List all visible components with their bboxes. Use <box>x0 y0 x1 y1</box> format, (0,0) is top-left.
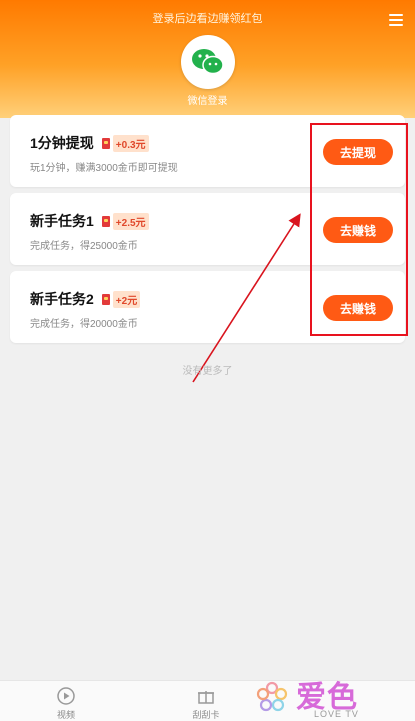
wechat-login-label: 微信登录 <box>187 96 228 107</box>
wechat-icon <box>192 49 224 75</box>
header: 登录后边看边赚领红包 微信登录 <box>0 0 415 118</box>
tab-label: 刮刮卡 <box>192 710 220 720</box>
play-icon <box>57 687 75 705</box>
no-more-text: 没有更多了 <box>182 366 233 377</box>
task-title: 新手任务1 <box>30 213 94 229</box>
tab-scratch-card[interactable]: 刮刮卡 <box>178 681 238 721</box>
red-envelope-icon <box>101 215 110 227</box>
reward-badge: +2元 <box>112 290 141 308</box>
tab-video[interactable]: 视频 <box>38 681 98 721</box>
task-description: 玩1分钟，赚满3000金币即可提现 <box>30 163 178 174</box>
reward-badge: +0.3元 <box>112 134 149 152</box>
gift-icon <box>198 691 214 704</box>
watermark-logo: 爱色 LOVE TV <box>252 676 377 720</box>
tab-label: 视频 <box>56 710 75 720</box>
menu-icon[interactable] <box>389 14 403 26</box>
reward-badge: +2.5元 <box>112 212 149 230</box>
header-title: 登录后边看边赚领红包 <box>152 13 263 25</box>
task-description: 完成任务，得25000金币 <box>30 241 138 252</box>
task-title: 1分钟提现 <box>30 135 94 151</box>
annotation-highlight-box <box>310 123 408 336</box>
task-title: 新手任务2 <box>30 291 94 307</box>
watermark-subtext: LOVE TV <box>314 709 359 719</box>
task-description: 完成任务，得20000金币 <box>30 319 138 330</box>
red-envelope-icon <box>101 137 110 149</box>
flower-icon <box>256 681 288 712</box>
red-envelope-icon <box>101 293 110 305</box>
wechat-login-button[interactable] <box>181 35 235 89</box>
